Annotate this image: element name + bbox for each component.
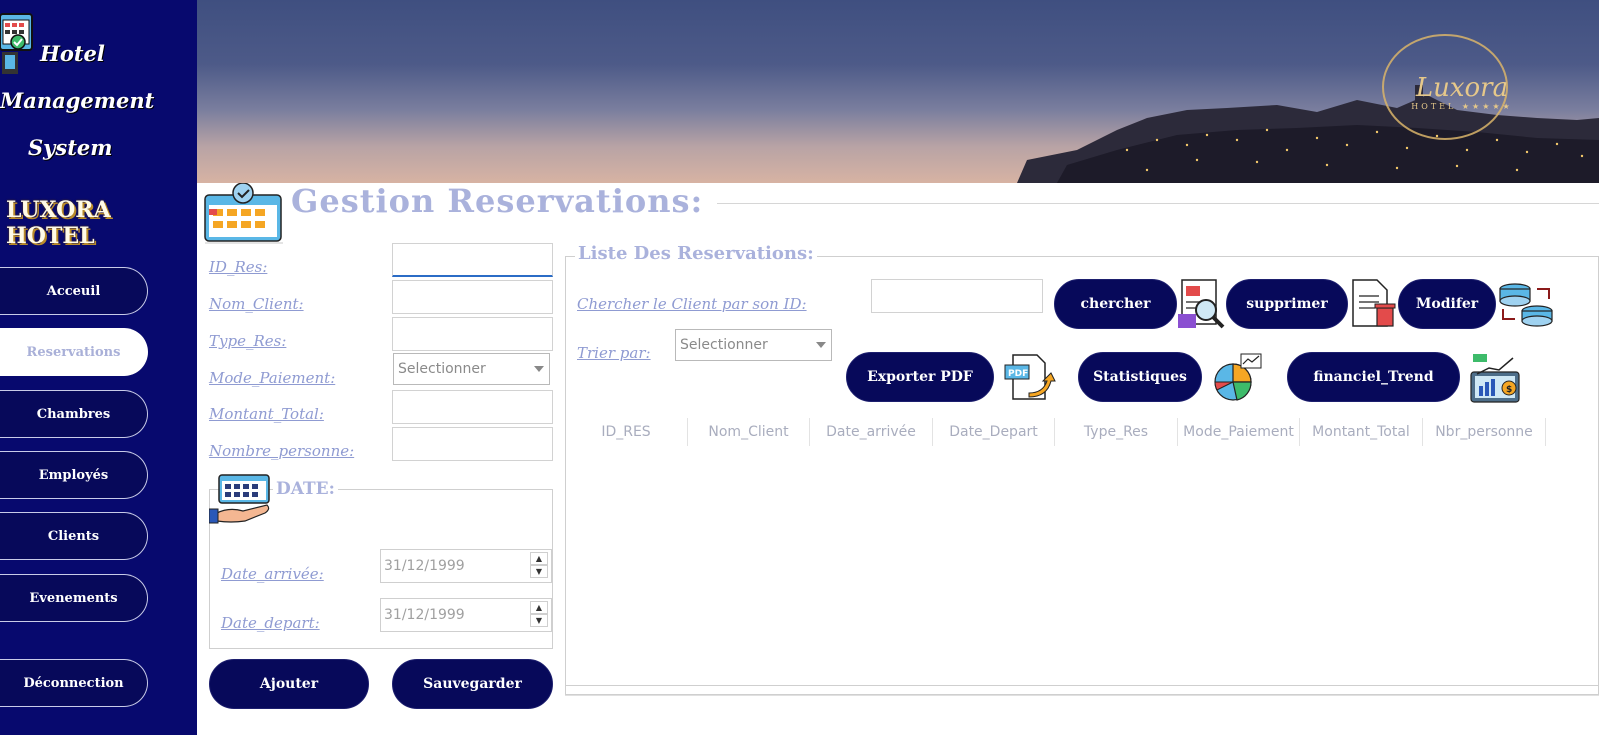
sidebar: Hotel Management System LUXORA HOTEL Acc… (0, 0, 197, 735)
chevron-down-icon (816, 342, 826, 348)
date-depart-picker[interactable]: 31/12/1999 ▲ ▼ (380, 598, 552, 632)
type-res-label: Type_Res: (209, 332, 287, 350)
modifier-button[interactable]: Modifer (1398, 279, 1496, 329)
sort-select[interactable]: Selectionner (675, 329, 832, 361)
spin-down-icon[interactable]: ▼ (530, 565, 548, 578)
reservations-table[interactable] (566, 447, 1598, 686)
date-arrivee-picker[interactable]: 31/12/1999 ▲ ▼ (380, 549, 552, 583)
exporter-pdf-button[interactable]: Exporter PDF (846, 352, 994, 402)
date-depart-label: Date_depart: (221, 614, 320, 632)
pdf-export-icon: PDF (1003, 353, 1057, 401)
calendar-check-icon (203, 182, 283, 245)
city-skyline-image (1017, 34, 1599, 183)
column-header-nbr-personne[interactable]: Nbr_personne (1423, 418, 1546, 446)
statistiques-button[interactable]: Statistiques (1078, 352, 1202, 402)
id-res-input[interactable] (392, 243, 553, 277)
spin-down-icon[interactable]: ▼ (530, 614, 548, 627)
financiel-trend-button[interactable]: financiel_Trend (1287, 352, 1460, 402)
app-title-line-3: System (28, 135, 113, 160)
chevron-down-icon (534, 366, 544, 372)
search-document-icon (1178, 278, 1226, 330)
logo-script-text: Luxora (1415, 73, 1509, 103)
spin-up-icon[interactable]: ▲ (530, 552, 548, 565)
supprimer-button[interactable]: supprimer (1226, 279, 1348, 329)
logo-stars: ★★★★★ (1461, 102, 1513, 111)
date-depart-value: 31/12/1999 (384, 607, 465, 623)
nav-evenements-button[interactable]: Evenements (0, 574, 148, 622)
date-group-title: DATE: (273, 479, 338, 499)
pie-chart-icon (1213, 352, 1265, 404)
mode-paiement-value: Selectionner (398, 361, 486, 377)
luxora-hotel-logo: LUXORA HOTEL (6, 197, 111, 249)
hotel-app-icon (0, 12, 34, 78)
column-header-mode-paiement[interactable]: Mode_Paiement (1178, 418, 1300, 446)
nav-reservations-button[interactable]: Reservations (0, 328, 148, 376)
date-arrivee-label: Date_arrivée: (221, 565, 324, 583)
sort-value: Selectionner (680, 337, 768, 353)
reservations-list-title: Liste Des Reservations: (575, 243, 817, 264)
nav-employes-button[interactable]: Employés (0, 451, 148, 499)
mode-paiement-select[interactable]: Selectionner (393, 353, 550, 385)
column-header-nom-client[interactable]: Nom_Client (688, 418, 810, 446)
spin-up-icon[interactable]: ▲ (530, 601, 548, 614)
search-client-input[interactable] (871, 279, 1043, 313)
app-title-line-1: Hotel (40, 41, 105, 66)
montant-total-input[interactable] (392, 390, 553, 424)
nombre-personne-label: Nombre_personne: (209, 442, 355, 460)
calendar-hand-icon (208, 473, 273, 527)
montant-total-label: Montant_Total: (209, 405, 324, 423)
sauvegarder-button[interactable]: Sauvegarder (392, 659, 553, 709)
column-header-date-arrivee[interactable]: Date_arrivée (810, 418, 933, 446)
column-header-montant-total[interactable]: Montant_Total (1300, 418, 1423, 446)
header-banner: Luxora HOTEL ★★★★★ (197, 0, 1599, 183)
chercher-button[interactable]: chercher (1054, 279, 1177, 329)
svg-text:$: $ (1506, 385, 1512, 395)
logo-subtitle: HOTEL (1411, 102, 1457, 111)
date-depart-spinner[interactable]: ▲ ▼ (530, 601, 548, 629)
luxora-header-logo: Luxora HOTEL ★★★★★ (1392, 74, 1532, 114)
nav-clients-button[interactable]: Clients (0, 512, 148, 560)
delete-document-icon (1349, 278, 1397, 330)
database-sync-icon (1497, 281, 1555, 329)
search-client-label: Chercher le Client par son ID: (577, 295, 807, 313)
type-res-input[interactable] (392, 317, 553, 351)
column-header-date-depart[interactable]: Date_Depart (933, 418, 1055, 446)
nav-deconnection-button[interactable]: Déconnection (0, 659, 148, 707)
bottom-divider (565, 695, 1599, 696)
mode-paiement-label: Mode_Paiement: (209, 369, 336, 387)
ajouter-button[interactable]: Ajouter (209, 659, 369, 709)
column-header-id-res[interactable]: ID_RES (565, 418, 688, 446)
date-arrivee-spinner[interactable]: ▲ ▼ (530, 552, 548, 580)
date-arrivee-value: 31/12/1999 (384, 558, 465, 574)
nombre-personne-input[interactable] (392, 427, 553, 461)
nom-client-input[interactable] (392, 280, 553, 314)
page-title: Gestion Reservations: (291, 182, 704, 220)
nav-acceuil-button[interactable]: Acceuil (0, 267, 148, 315)
sort-label: Trier par: (577, 344, 651, 362)
column-header-type-res[interactable]: Type_Res (1055, 418, 1178, 446)
financial-trend-icon: $ (1469, 352, 1523, 404)
svg-text:PDF: PDF (1008, 369, 1028, 379)
nav-chambres-button[interactable]: Chambres (0, 390, 148, 438)
nom-client-label: Nom_Client: (209, 295, 304, 313)
id-res-label: ID_Res: (209, 258, 268, 276)
app-title-line-2: Management (0, 88, 155, 113)
title-divider (717, 203, 1599, 204)
